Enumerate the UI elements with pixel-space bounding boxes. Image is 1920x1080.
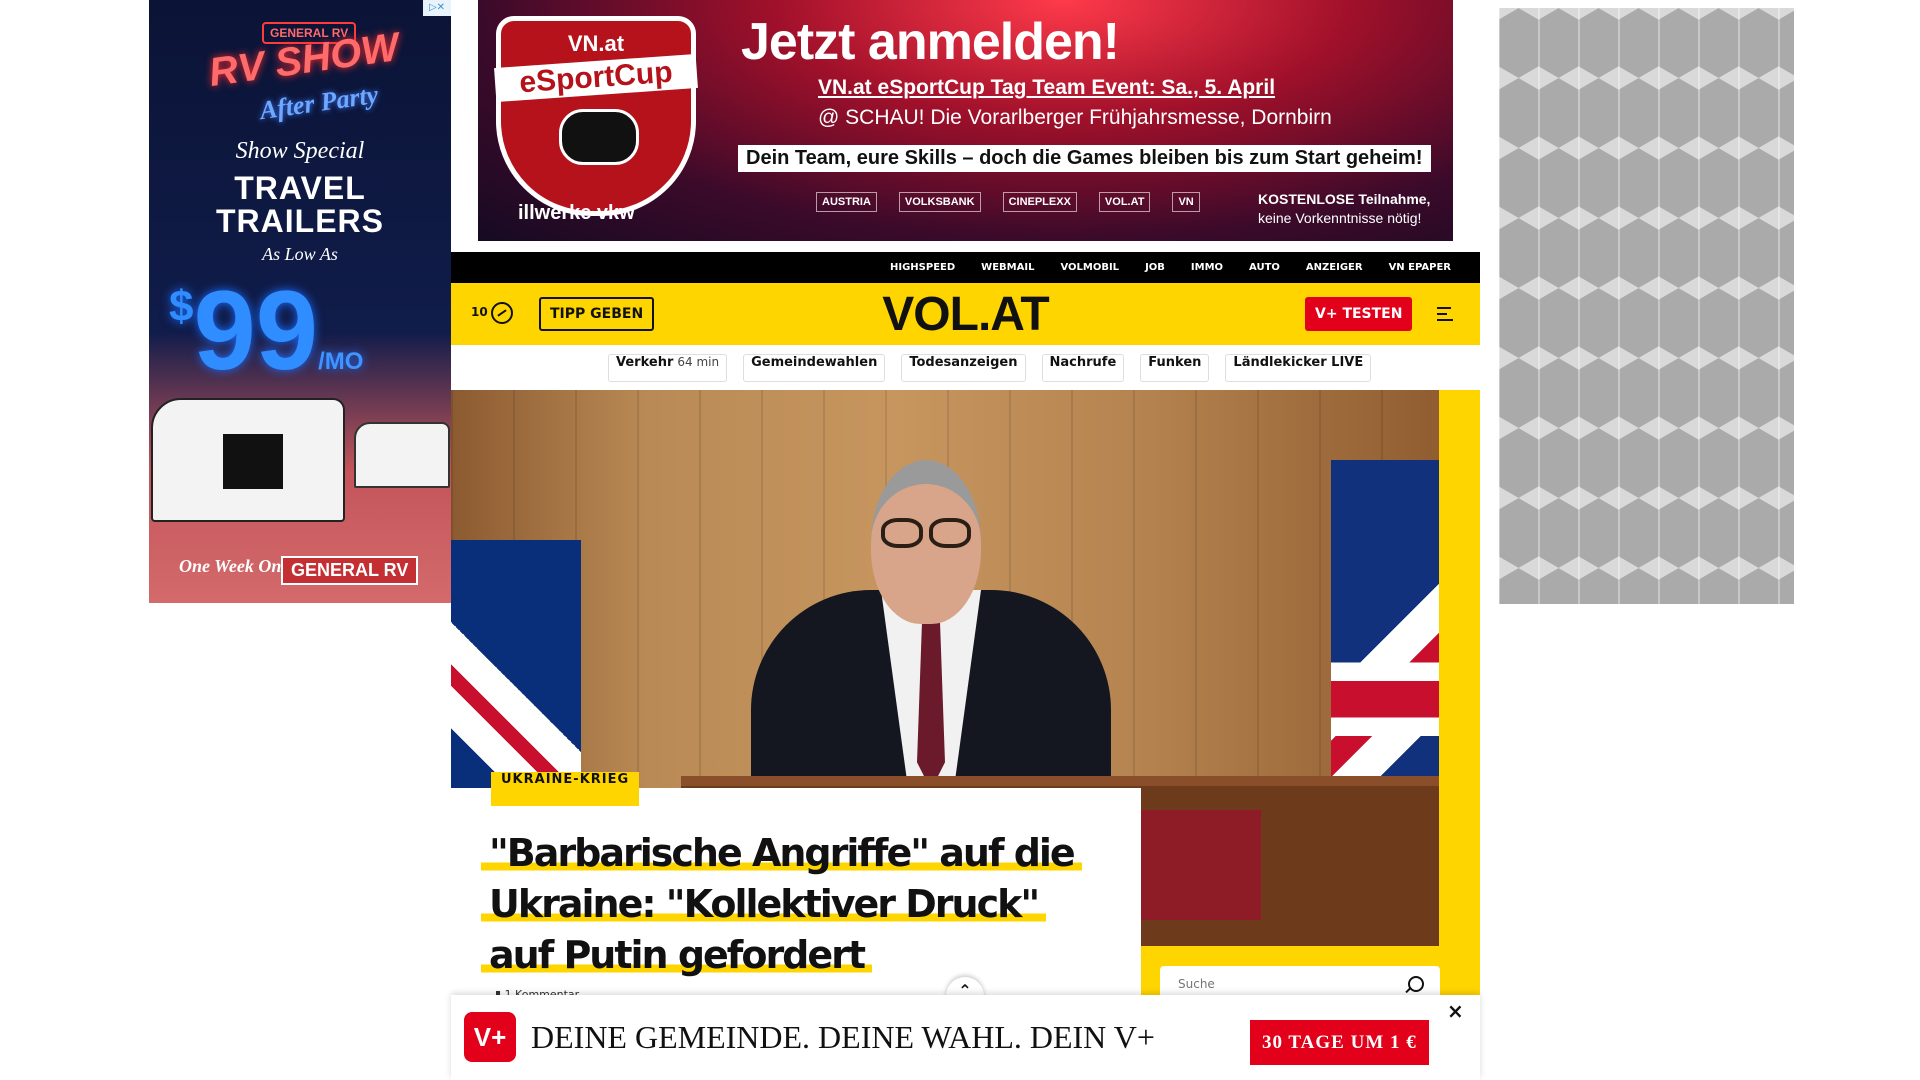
promo-text: DEINE GEMEINDE. DEINE WAHL. DEIN V+ bbox=[531, 1019, 1155, 1055]
right-pattern-ad bbox=[1499, 8, 1794, 604]
menu-search-icon[interactable] bbox=[1437, 305, 1461, 323]
top-service-nav: HIGHSPEED WEBMAIL VOLMOBIL JOB IMMO AUTO… bbox=[451, 252, 1480, 283]
ad-currency: $ bbox=[169, 282, 194, 331]
topnav-item-webmail[interactable]: WEBMAIL bbox=[968, 252, 1047, 283]
banner-headline: Jetzt anmelden! bbox=[741, 13, 1120, 71]
topnav-item-vn-epaper[interactable]: VN EPAPER bbox=[1376, 252, 1464, 283]
chip-nachrufe[interactable]: Nachrufe bbox=[1041, 354, 1125, 382]
sponsor-logo: CINEPLEXX bbox=[1002, 192, 1077, 212]
topnav-item-auto[interactable]: AUTO bbox=[1236, 252, 1293, 283]
headline-line: Ukraine: "Kollektiver Druck" bbox=[481, 882, 1047, 926]
free-note-bold: KOSTENLOSE Teilnahme, bbox=[1258, 191, 1431, 207]
speaker-glasses bbox=[881, 518, 971, 548]
ad-special: Show Special bbox=[235, 138, 365, 164]
esport-cup-logo: VN.at eSportCup bbox=[494, 16, 698, 216]
banner-event-line: VN.at eSportCup Tag Team Event: Sa., 5. … bbox=[818, 76, 1276, 99]
gamepad-icon bbox=[559, 109, 639, 165]
travel-trailer-image bbox=[151, 398, 345, 522]
ad-per: /MO bbox=[318, 348, 364, 375]
ad-price: $99/MO bbox=[169, 266, 439, 395]
ad-footer-text: One Week Only bbox=[179, 556, 295, 576]
search-input[interactable] bbox=[1176, 976, 1380, 992]
headline-line: auf Putin gefordert bbox=[481, 933, 873, 977]
close-icon[interactable]: × bbox=[1447, 999, 1464, 1023]
sponsor-logo: VOL.AT bbox=[1098, 192, 1151, 212]
banner-location-line: @ SCHAU! Die Vorarlberger Frühjahrsmesse… bbox=[818, 106, 1332, 129]
topnav-item-highspeed[interactable]: HIGHSPEED bbox=[877, 252, 968, 283]
ad-as-low-as: As Low As bbox=[262, 244, 338, 264]
ad-price-value: 99 bbox=[193, 268, 319, 393]
vplus-badge: V+ bbox=[464, 1012, 516, 1062]
banner-teaser-line: Dein Team, eure Skills – doch die Games … bbox=[738, 145, 1431, 172]
topnav-item-job[interactable]: JOB bbox=[1132, 252, 1178, 283]
chip-verkehr[interactable]: Verkehr 64 min bbox=[608, 354, 728, 382]
chip-gemeindewahlen[interactable]: Gemeindewahlen bbox=[743, 354, 886, 382]
sponsor-logos: AUSTRIA VOLKSBANK CINEPLEXX VOL.AT VN bbox=[816, 192, 1200, 212]
banner-free-note: KOSTENLOSE Teilnahme, keine Vorkenntniss… bbox=[1258, 190, 1430, 228]
quick-links-bar: Verkehr 64 min Gemeindewahlen Todesanzeig… bbox=[451, 345, 1480, 390]
ad-footer-brand: GENERAL RV bbox=[281, 556, 419, 585]
site-header: VOL.AT 10 TIPP GEBEN V+ TESTEN bbox=[451, 283, 1480, 345]
search-icon[interactable] bbox=[1408, 976, 1424, 992]
sponsor-logo: VOLKSBANK bbox=[898, 192, 981, 212]
promo-cta-button[interactable]: 30 TAGE UM 1 € bbox=[1250, 1020, 1429, 1065]
topnav-item-immo[interactable]: IMMO bbox=[1178, 252, 1236, 283]
chip-funken[interactable]: Funken bbox=[1140, 354, 1210, 382]
clock-icon[interactable] bbox=[491, 302, 513, 324]
topnav-item-anzeiger[interactable]: ANZEIGER bbox=[1293, 252, 1376, 283]
ad-product: TRAVEL TRAILERS bbox=[216, 170, 384, 239]
sponsor-logo: AUSTRIA bbox=[816, 192, 877, 212]
chip-verkehr-time: 64 min bbox=[677, 355, 720, 369]
logo-cup: eSportCup bbox=[494, 53, 698, 103]
tipp-geben-button[interactable]: TIPP GEBEN bbox=[539, 297, 655, 331]
chip-verkehr-label: Verkehr bbox=[616, 355, 674, 370]
topnav-item-volmobil[interactable]: VOLMOBIL bbox=[1047, 252, 1132, 283]
esport-cup-banner[interactable]: VN.at eSportCup illwerke vkw Jetzt anmel… bbox=[478, 0, 1453, 241]
sponsor-logo: VN bbox=[1172, 192, 1200, 212]
free-note-rest: keine Vorkenntnisse nötig! bbox=[1258, 210, 1422, 226]
small-trailer-image bbox=[354, 422, 450, 488]
subscription-promo-bar: V+ DEINE GEMEINDE. DEINE WAHL. DEIN V+ 3… bbox=[451, 995, 1480, 1080]
vplus-testen-button[interactable]: V+ TESTEN bbox=[1305, 297, 1413, 331]
powered-by-logo: illwerke vkw bbox=[518, 202, 635, 224]
article-headline[interactable]: "Barbarische Angriffe" auf die Ukraine: … bbox=[481, 828, 1121, 981]
news-count[interactable]: 10 bbox=[471, 305, 488, 319]
article-kicker[interactable]: UKRAINE-KRIEG bbox=[491, 772, 640, 806]
lead-article-card[interactable]: UKRAINE-KRIEG "Barbarische Angriffe" auf… bbox=[451, 772, 1141, 1001]
rv-show-ad[interactable]: ▷✕ GENERAL RV RV SHOW After Party Show S… bbox=[149, 0, 451, 603]
adchoices-icon[interactable]: ▷✕ bbox=[423, 0, 451, 16]
headline-line: "Barbarische Angriffe" auf die bbox=[481, 831, 1082, 875]
chip-laendlekicker[interactable]: Ländlekicker LIVE bbox=[1225, 354, 1372, 382]
logo-vnat: VN.at bbox=[567, 31, 625, 56]
chip-todesanzeigen[interactable]: Todesanzeigen bbox=[901, 354, 1026, 382]
